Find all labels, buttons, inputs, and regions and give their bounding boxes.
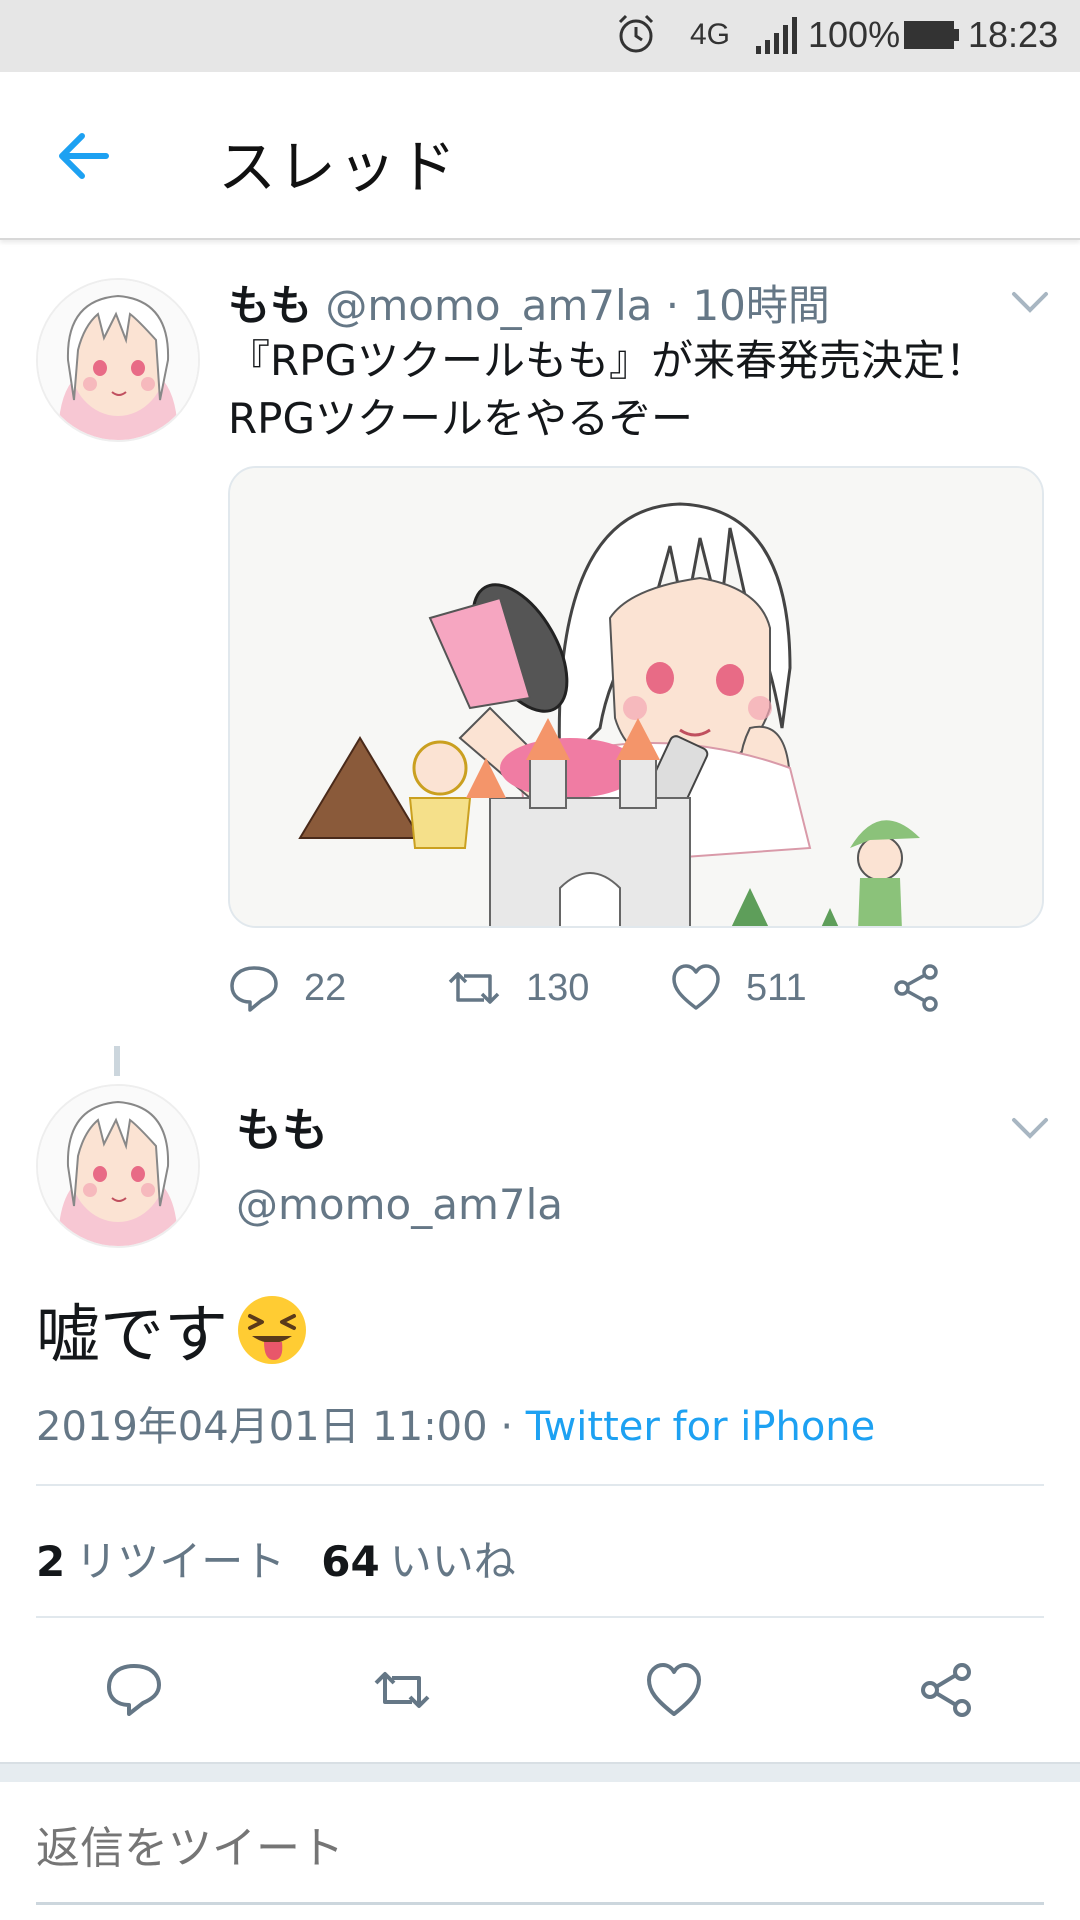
network-indicator: 4G [690,18,731,51]
tweet-text: 『RPGツクールもも』が来春発売決定！ RPGツクールをやるぞー [228,332,1048,448]
retweet-label[interactable]: リツイート [75,1537,285,1586]
back-arrow-icon[interactable] [52,124,116,188]
author-handle[interactable]: @momo_am7la [325,281,652,330]
like-label[interactable]: いいね [390,1537,516,1586]
page-title: スレッド [218,133,459,201]
tweet-text-content: 嘘です [36,1299,228,1373]
retweet-count: 130 [526,966,590,1009]
retweet-icon[interactable] [372,1660,432,1720]
reply-input[interactable] [36,1824,611,1874]
reply-composer [0,1782,1080,1920]
like-action[interactable]: 511 [670,960,807,1016]
meta-separator: · [665,281,680,330]
tweet-time: 10時間 [692,281,830,330]
author-handle[interactable]: @momo_am7la [236,1180,563,1229]
heart-icon [672,964,720,1010]
retweet-total[interactable]: 2 [36,1537,65,1586]
tweet-image[interactable] [228,466,1044,928]
status-bar: 4G 100% 18:23 [0,0,1080,72]
signal-icon [756,17,797,54]
avatar[interactable] [36,1084,200,1248]
meta-separator: · [500,1404,514,1450]
reply-action[interactable]: 22 [228,960,346,1016]
share-icon[interactable] [916,1660,976,1720]
section-gap [0,1762,1080,1782]
tweet-stats: 2 リツイート 64 いいね [36,1528,552,1589]
reply-count: 22 [304,966,347,1009]
source-link[interactable]: Twitter for iPhone [526,1404,876,1450]
share-action[interactable] [890,960,942,1016]
author-name[interactable]: もも [236,1094,328,1160]
chevron-down-icon[interactable] [1010,290,1050,316]
tweet-text: 嘘です [36,1284,310,1376]
timestamp-text: 2019年04月01日 11:00 [36,1404,488,1450]
chevron-down-icon[interactable] [1010,1116,1050,1142]
author-name[interactable]: もも [228,281,312,330]
divider [36,1616,1044,1618]
retweet-icon [448,972,500,1004]
battery-percent: 100% [808,14,901,55]
like-total[interactable]: 64 [321,1537,379,1586]
share-icon [894,964,938,1012]
app-header: スレッド [0,72,1080,240]
retweet-action[interactable]: 130 [446,960,589,1016]
divider [36,1484,1044,1486]
avatar[interactable] [36,278,200,442]
squinting-tongue-emoji-icon [238,1296,306,1364]
tweet-text-line: 『RPGツクールもも』が来春発売決定！ [228,336,988,385]
reply-icon[interactable] [104,1660,164,1720]
input-underline [36,1902,1044,1905]
tweet-text-line: RPGツクールをやるぞー [228,394,694,443]
thread-connector [114,1046,120,1076]
like-count: 511 [746,966,807,1009]
tweet-timestamp: 2019年04月01日 11:00 · Twitter for iPhone [36,1394,875,1452]
clock: 18:23 [968,14,1059,55]
battery-icon [904,21,959,49]
heart-icon[interactable] [644,1660,704,1720]
alarm-icon [618,14,654,53]
reply-icon [230,966,278,1012]
tweet-header: もも @momo_am7la · 10時間 [228,272,830,333]
